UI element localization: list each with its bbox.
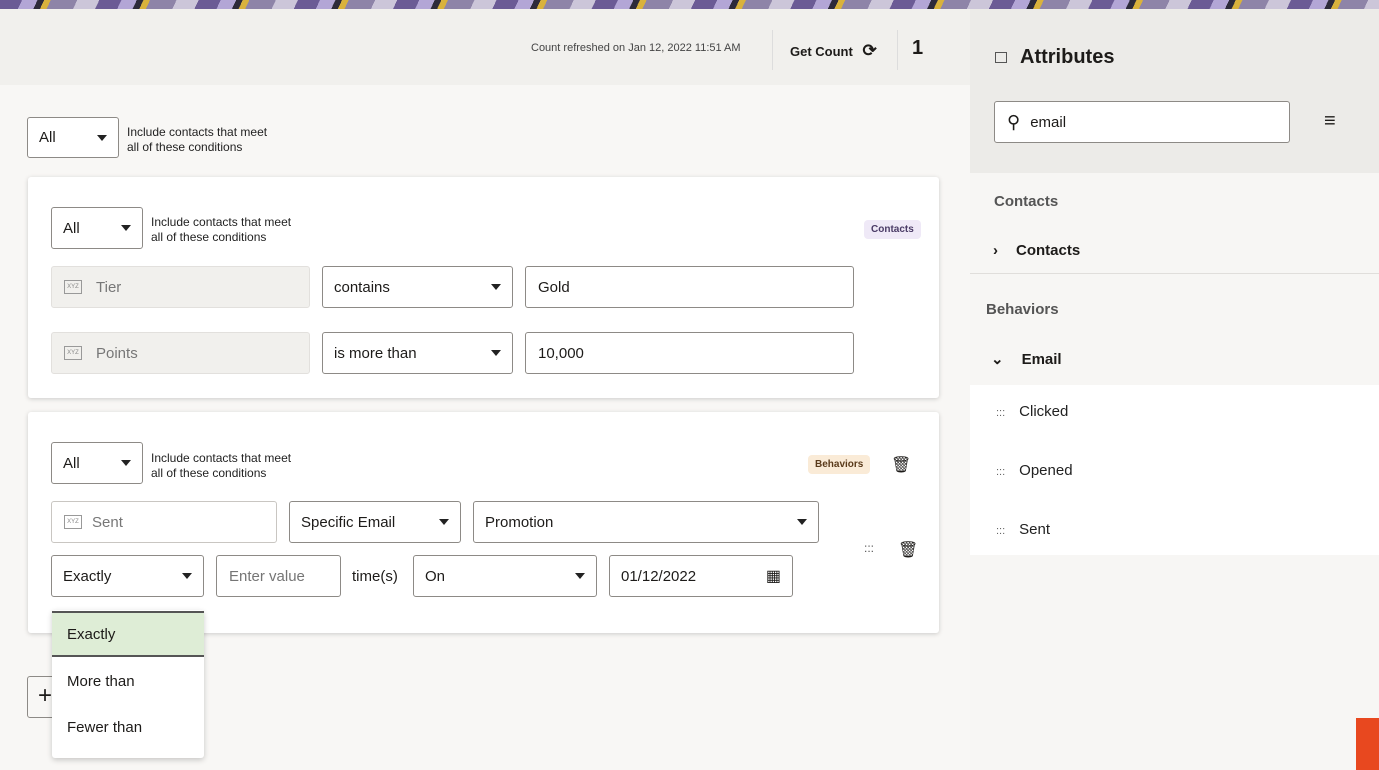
caret-down-icon: [439, 519, 449, 525]
group1-description: Include contacts that meet all of these c…: [151, 215, 292, 244]
help-launcher-button[interactable]: [1356, 718, 1379, 770]
menu-item-exactly[interactable]: Exactly: [52, 611, 204, 657]
get-count-button[interactable]: Get Count ⟳: [790, 41, 877, 61]
points-value-input[interactable]: 10,000: [525, 332, 854, 374]
text-type-icon: XYZ: [64, 280, 82, 294]
calendar-icon[interactable]: ▦: [766, 566, 781, 586]
drag-handle-icon: :::: [996, 407, 1006, 419]
email-select[interactable]: Promotion: [473, 501, 819, 543]
tree-item-email[interactable]: ⌄ Email: [991, 350, 1062, 368]
frequency-value-input[interactable]: [216, 555, 341, 597]
points-attribute-field: XYZ Points: [51, 332, 310, 374]
points-operator-select[interactable]: is more than: [322, 332, 513, 374]
text-type-icon: XYZ: [64, 346, 82, 360]
get-count-label: Get Count: [790, 44, 853, 59]
tier-operator-select[interactable]: contains: [322, 266, 513, 308]
delete-group-trash-icon[interactable]: 🗑: [891, 455, 911, 475]
caret-down-icon: [121, 225, 131, 231]
drag-handle-icon: :::: [996, 466, 1006, 478]
chevron-down-icon: ⌄: [991, 351, 1004, 368]
frequency-select[interactable]: Exactly: [51, 555, 204, 597]
caret-down-icon: [182, 573, 192, 579]
menu-item-more-than[interactable]: More than: [52, 658, 204, 704]
chevron-right-icon: ›: [993, 242, 998, 259]
attribute-sent[interactable]: ::: Sent: [996, 521, 1050, 538]
attributes-title: Attributes: [995, 46, 1114, 69]
menu-item-fewer-than[interactable]: Fewer than: [52, 704, 204, 750]
attributes-header: [970, 9, 1379, 173]
drag-handle-icon: :::: [996, 525, 1006, 537]
frequency-dropdown-menu: Exactly More than Fewer than: [52, 610, 204, 758]
contacts-badge: Contacts: [864, 220, 921, 239]
caret-down-icon: [491, 284, 501, 290]
caret-down-icon: [97, 134, 107, 141]
root-description: Include contacts that meet all of these c…: [127, 125, 268, 154]
tier-value-input[interactable]: Gold: [525, 266, 854, 308]
caret-down-icon: [121, 460, 131, 466]
divider: [970, 273, 1379, 274]
group2-match-select[interactable]: All: [51, 442, 143, 484]
divider: [772, 30, 773, 70]
search-icon: ⚲: [1007, 111, 1021, 132]
text-type-icon: XYZ: [64, 515, 82, 529]
email-mode-select[interactable]: Specific Email: [289, 501, 461, 543]
times-label: time(s): [352, 568, 398, 585]
caret-down-icon: [797, 519, 807, 525]
group1-match-select[interactable]: All: [51, 207, 143, 249]
delete-row-trash-icon[interactable]: 🗑: [898, 540, 918, 560]
date-input[interactable]: 01/12/2022 ▦: [609, 555, 793, 597]
select-value: All: [39, 129, 56, 146]
tree-item-contacts[interactable]: › Contacts: [993, 242, 1080, 259]
attribute-opened[interactable]: ::: Opened: [996, 462, 1073, 479]
attributes-icon: [995, 52, 1007, 63]
divider: [897, 30, 898, 70]
drag-handle-icon[interactable]: :::: [864, 541, 874, 555]
caret-down-icon: [491, 350, 501, 356]
section-contacts: Contacts: [994, 193, 1059, 210]
filter-icon[interactable]: ≡: [1324, 110, 1336, 133]
caret-down-icon: [575, 573, 585, 579]
attribute-search-input[interactable]: ⚲ email: [994, 101, 1290, 143]
date-operator-select[interactable]: On: [413, 555, 597, 597]
group2-description: Include contacts that meet all of these c…: [151, 451, 292, 480]
root-match-select[interactable]: All: [27, 117, 119, 158]
refresh-icon: ⟳: [862, 41, 877, 60]
count-refreshed-text: Count refreshed on Jan 12, 2022 11:51 AM: [531, 42, 741, 54]
tier-attribute-field: XYZ Tier: [51, 266, 310, 308]
sent-attribute-field: XYZ Sent: [51, 501, 277, 543]
attribute-clicked[interactable]: ::: Clicked: [996, 403, 1068, 420]
top-banner: [0, 0, 1379, 9]
section-behaviors: Behaviors: [986, 301, 1059, 318]
contact-count: 1: [912, 37, 924, 59]
behaviors-badge: Behaviors: [808, 455, 871, 474]
